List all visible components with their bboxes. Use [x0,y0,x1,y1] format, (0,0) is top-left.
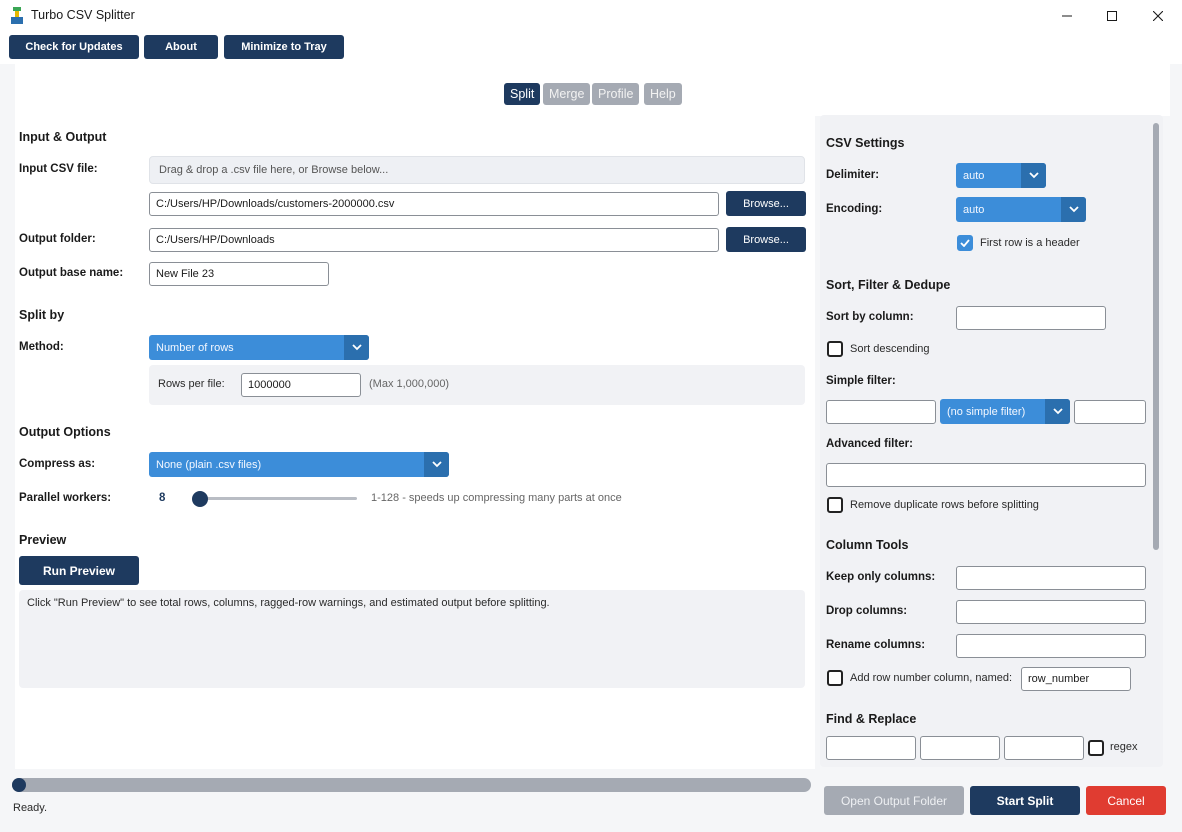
start-split-button[interactable]: Start Split [970,786,1080,815]
dedupe-checkbox[interactable] [827,497,843,513]
output-folder-field[interactable]: C:/Users/HP/Downloads [149,228,719,252]
encoding-select[interactable]: auto [956,197,1086,222]
close-window-button[interactable] [1135,0,1181,31]
drop-columns-field[interactable] [956,600,1146,624]
maximize-icon [1107,10,1117,21]
encoding-select-value: auto [963,203,985,216]
open-output-folder-button[interactable]: Open Output Folder [824,786,964,815]
close-icon [1153,10,1163,21]
tab-profile[interactable]: Profile [592,83,640,105]
compress-select-value: None (plain .csv files) [156,458,262,471]
progress-bar [12,778,811,792]
advanced-filter-label: Advanced filter: [826,438,913,450]
find-column-field[interactable] [826,736,916,760]
tab-merge[interactable]: Merge [543,83,591,105]
minimize-window-button[interactable] [1044,0,1090,31]
section-find-replace: Find & Replace [826,712,917,726]
chevron-down-icon [424,452,449,477]
chevron-down-icon [1061,197,1086,222]
browse-input-button[interactable]: Browse... [726,191,806,216]
delimiter-label: Delimiter: [826,169,880,181]
maximize-window-button[interactable] [1089,0,1135,31]
sort-by-label: Sort by column: [826,311,914,323]
rename-columns-field[interactable] [956,634,1146,658]
tab-help[interactable]: Help [644,83,682,105]
dedupe-label: Remove duplicate rows before splitting [850,499,1039,511]
delimiter-select[interactable]: auto [956,163,1046,188]
simple-filter-operator-value: (no simple filter) [947,405,1026,418]
encoding-label: Encoding: [826,203,883,215]
compress-select[interactable]: None (plain .csv files) [149,452,449,477]
section-input-output: Input & Output [19,130,107,144]
header-checkbox-label: First row is a header [980,237,1080,249]
window-title: Turbo CSV Splitter [31,8,135,22]
output-folder-label: Output folder: [19,233,96,245]
about-button[interactable]: About [144,35,218,59]
progress-indicator [12,778,26,792]
advanced-filter-field[interactable] [826,463,1146,487]
rows-per-file-label: Rows per file: [158,378,225,390]
rows-max-hint: (Max 1,000,000) [369,378,450,390]
method-label: Method: [19,341,64,353]
tab-split[interactable]: Split [504,83,541,105]
minimize-icon [1062,15,1072,16]
rows-per-file-field[interactable]: 1000000 [241,373,361,397]
section-preview: Preview [19,533,67,547]
base-name-field[interactable]: New File 23 [149,262,329,286]
method-select[interactable]: Number of rows [149,335,369,360]
input-csv-label: Input CSV file: [19,163,98,175]
check-updates-button[interactable]: Check for Updates [9,35,139,59]
simple-filter-column-field[interactable] [826,400,936,424]
regex-label: regex [1110,741,1138,753]
preview-info-text: Click "Run Preview" to see total rows, c… [27,597,550,609]
sort-descending-checkbox[interactable] [827,341,843,357]
find-text-field[interactable] [920,736,1000,760]
delimiter-select-value: auto [963,169,985,182]
simple-filter-label: Simple filter: [826,375,896,387]
app-logo-icon [10,7,24,24]
rename-columns-label: Rename columns: [826,639,926,651]
run-preview-button[interactable]: Run Preview [19,556,139,585]
section-csv-settings: CSV Settings [826,136,905,150]
section-column-tools: Column Tools [826,538,909,552]
csv-dropzone[interactable]: Drag & drop a .csv file here, or Browse … [149,156,805,184]
section-split-by: Split by [19,308,65,322]
row-number-checkbox[interactable] [827,670,843,686]
workers-slider-track[interactable] [197,497,357,500]
drop-columns-label: Drop columns: [826,605,908,617]
status-text: Ready. [13,802,48,814]
method-select-value: Number of rows [156,341,234,354]
keep-columns-label: Keep only columns: [826,571,936,583]
chevron-down-icon [1045,399,1070,424]
settings-scrollbar-thumb[interactable] [1153,123,1159,550]
input-csv-field[interactable]: C:/Users/HP/Downloads/customers-2000000.… [149,192,719,216]
simple-filter-value-field[interactable] [1074,400,1146,424]
workers-slider-handle[interactable] [192,491,208,507]
cancel-button[interactable]: Cancel [1086,786,1166,815]
checkmark-icon [960,239,970,247]
row-number-label: Add row number column, named: [850,672,1013,684]
browse-output-button[interactable]: Browse... [726,227,806,252]
sort-descending-label: Sort descending [850,343,930,355]
workers-value: 8 [159,492,166,504]
section-output-options: Output Options [19,425,111,439]
header-checkbox[interactable] [957,235,973,251]
chevron-down-icon [1021,163,1046,188]
chevron-down-icon [344,335,369,360]
title-bar [0,0,1182,31]
compress-label: Compress as: [19,458,96,470]
keep-columns-field[interactable] [956,566,1146,590]
replace-text-field[interactable] [1004,736,1084,760]
row-number-name-field[interactable]: row_number [1021,667,1131,691]
section-sort-filter: Sort, Filter & Dedupe [826,278,951,292]
sort-by-field[interactable] [956,306,1106,330]
base-name-label: Output base name: [19,267,124,279]
simple-filter-operator-select[interactable]: (no simple filter) [940,399,1070,424]
workers-hint: 1-128 - speeds up compressing many parts… [371,492,622,504]
minimize-to-tray-button[interactable]: Minimize to Tray [224,35,344,59]
regex-checkbox[interactable] [1088,740,1104,756]
workers-label: Parallel workers: [19,492,112,504]
